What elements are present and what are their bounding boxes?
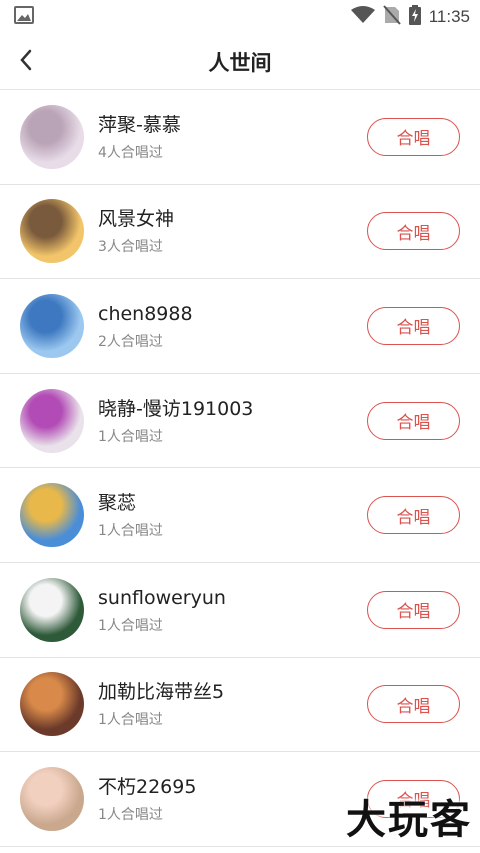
chorus-button[interactable]: 合唱	[367, 590, 460, 629]
battery-charging-icon	[408, 5, 421, 29]
avatar[interactable]	[20, 388, 84, 453]
chorus-count: 3人合唱过	[98, 239, 163, 256]
chorus-count: 1人合唱过	[98, 523, 163, 540]
chorus-count: 4人合唱过	[98, 144, 163, 161]
user-name: 不朽22695	[98, 775, 197, 798]
list-item[interactable]: 萍聚-慕慕 4人合唱过 合唱	[0, 90, 480, 185]
user-name: chen8988	[98, 302, 193, 325]
chorus-button[interactable]: 合唱	[367, 685, 460, 724]
chorus-count: 1人合唱过	[98, 712, 163, 729]
watermark-logo: 大玩客	[346, 797, 472, 843]
list-item[interactable]: 聚蕊 1人合唱过 合唱	[0, 468, 480, 563]
chorus-button[interactable]: 合唱	[367, 117, 460, 156]
user-name: 加勒比海带丝5	[98, 681, 225, 704]
avatar[interactable]	[20, 577, 84, 642]
chorus-button[interactable]: 合唱	[367, 306, 460, 345]
list-item[interactable]: sunfloweryun 1人合唱过 合唱	[0, 563, 480, 658]
singer-list: 萍聚-慕慕 4人合唱过 合唱 风景女神 3人合唱过 合唱 chen8988 2人…	[0, 90, 480, 847]
user-name: sunfloweryun	[98, 586, 226, 609]
chorus-button[interactable]: 合唱	[367, 401, 460, 440]
user-name: 风景女神	[98, 208, 175, 231]
image-icon	[14, 6, 34, 28]
list-item[interactable]: 晓静-慢访191003 1人合唱过 合唱	[0, 374, 480, 469]
avatar[interactable]	[20, 766, 84, 831]
chorus-count: 1人合唱过	[98, 617, 163, 634]
clock: 11:35	[428, 7, 470, 26]
list-item[interactable]: 加勒比海带丝5 1人合唱过 合唱	[0, 658, 480, 753]
avatar[interactable]	[20, 483, 84, 548]
list-item[interactable]: 风景女神 3人合唱过 合唱	[0, 185, 480, 280]
avatar[interactable]	[20, 199, 84, 264]
user-name: 聚蕊	[98, 492, 137, 515]
chorus-count: 2人合唱过	[98, 333, 163, 350]
avatar[interactable]	[20, 672, 84, 737]
user-name: 萍聚-慕慕	[98, 113, 181, 136]
chorus-count: 1人合唱过	[98, 428, 163, 445]
chorus-button[interactable]: 合唱	[367, 212, 460, 251]
avatar[interactable]	[20, 293, 84, 358]
wifi-icon	[350, 6, 375, 28]
page-title: 人世间	[208, 50, 272, 75]
user-name: 晓静-慢访191003	[98, 397, 254, 420]
status-bar: 11:35	[0, 0, 480, 34]
avatar[interactable]	[20, 104, 84, 169]
header: 人世间	[0, 34, 480, 90]
chorus-button[interactable]: 合唱	[367, 496, 460, 535]
chevron-left-icon	[18, 48, 34, 76]
list-item[interactable]: chen8988 2人合唱过 合唱	[0, 279, 480, 374]
chorus-count: 1人合唱过	[98, 806, 163, 823]
back-button[interactable]	[10, 46, 42, 78]
no-sim-icon	[382, 5, 401, 29]
